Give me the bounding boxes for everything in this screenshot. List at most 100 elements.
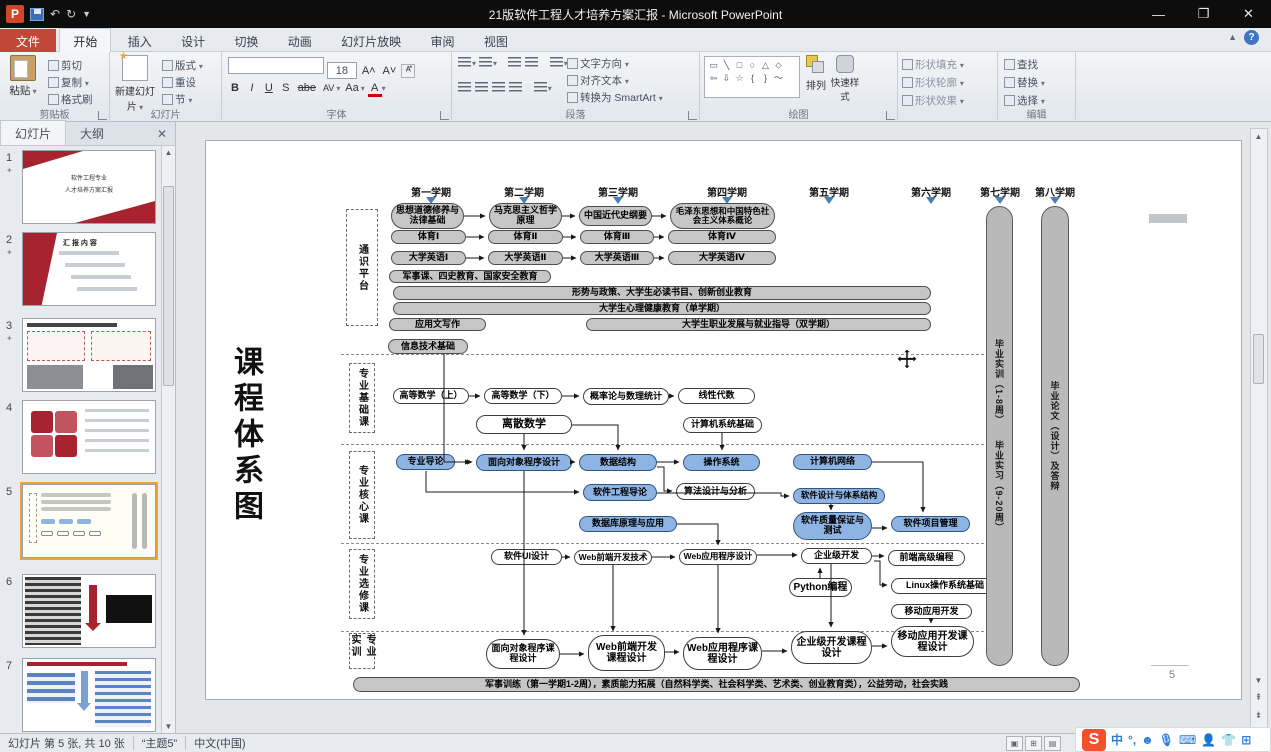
tab-slides-thumbnails[interactable]: 幻灯片 (0, 120, 66, 145)
soft-keyboard-icon[interactable]: ⌨ (1179, 733, 1196, 747)
shrink-font-button[interactable]: A˅ (381, 65, 399, 77)
course-node[interactable]: 体育Ⅰ (391, 230, 466, 244)
character-spacing-button[interactable]: AV (321, 83, 336, 93)
scroll-down-icon[interactable]: ▼ (162, 720, 175, 733)
course-node[interactable]: 面向对象程序课程设计 (486, 639, 560, 669)
course-node[interactable]: 数据库原理与应用 (579, 516, 677, 532)
scrollbar-down-icon[interactable]: ▼ (1252, 674, 1265, 687)
panel-scroll-thumb[interactable] (163, 186, 174, 386)
slide-sorter-button[interactable]: ⊞ (1025, 736, 1042, 751)
italic-button[interactable]: I (245, 82, 259, 94)
microphone-icon[interactable]: 🎙 (1159, 733, 1174, 747)
justify-icon[interactable] (509, 82, 522, 93)
decrease-indent-icon[interactable] (508, 57, 521, 68)
course-node[interactable]: 军事课、四史教育、国家安全教育 (389, 270, 551, 283)
grow-font-button[interactable]: A˄ (360, 65, 378, 77)
slide-thumbnail-4[interactable] (22, 400, 156, 474)
course-node[interactable]: Web应用程序课程设计 (683, 637, 762, 670)
course-node[interactable]: 离散数学 (476, 415, 572, 434)
slide-thumbnail-3[interactable] (22, 318, 156, 392)
clear-formatting-button[interactable]: ᴬ̽ (401, 64, 415, 78)
panel-close-icon[interactable]: ✕ (149, 127, 175, 145)
course-node[interactable]: 面向对象程序设计 (476, 454, 572, 471)
change-case-button[interactable]: Aa (343, 82, 360, 94)
course-node[interactable]: 专业导论 (396, 454, 455, 470)
close-button[interactable]: ✕ (1226, 0, 1271, 28)
course-node[interactable]: 思想道德修养与法律基础 (391, 203, 464, 229)
course-node[interactable]: 企业级开发 (801, 548, 872, 564)
course-node[interactable]: 计算机网络 (793, 454, 872, 470)
transition-star-icon[interactable]: ✦ (6, 248, 13, 257)
scrollbar-up-icon[interactable]: ▲ (1252, 130, 1265, 143)
course-node[interactable]: Linux操作系统基础 (891, 578, 999, 594)
tab-slideshow[interactable]: 幻灯片放映 (328, 29, 414, 53)
course-node[interactable]: 前端高级编程 (888, 550, 965, 566)
previous-slide-button[interactable]: ⇞ (1252, 691, 1265, 704)
transition-star-icon[interactable]: ✦ (6, 334, 13, 343)
font-dialog-launcher[interactable] (440, 111, 449, 120)
minimize-button[interactable]: — (1136, 0, 1181, 28)
graduation-bar[interactable]: 毕业实训（1-8周） 毕业实习（9-20周） (986, 206, 1013, 666)
normal-view-button[interactable]: ▣ (1006, 736, 1023, 751)
tab-transitions[interactable]: 切换 (221, 29, 271, 53)
align-right-icon[interactable] (492, 82, 505, 93)
course-node[interactable]: 企业级开发课程设计 (791, 631, 872, 664)
slide-vertical-title[interactable]: 课程体系图 (233, 346, 267, 526)
underline-button[interactable]: U (262, 82, 276, 94)
font-name-combobox[interactable] (228, 57, 324, 74)
course-node[interactable]: 大学英语Ⅳ (668, 251, 776, 265)
slide-canvas[interactable]: 课程体系图 第一学期第二学期第三学期第四学期第五学期第六学期第七学期第八学期通识… (205, 140, 1242, 700)
reading-view-button[interactable]: ▤ (1044, 736, 1061, 751)
save-icon[interactable] (30, 8, 44, 21)
course-node[interactable]: 大学英语Ⅰ (391, 251, 466, 265)
tab-insert[interactable]: 插入 (115, 29, 165, 53)
slide-thumbnail-6[interactable] (22, 574, 156, 648)
next-slide-button[interactable]: ⇟ (1252, 709, 1265, 722)
align-center-icon[interactable] (475, 82, 488, 93)
bullets-icon[interactable] (458, 57, 471, 68)
skin-icon[interactable]: 👕 (1221, 733, 1236, 747)
slide-thumbnail-5[interactable] (22, 484, 156, 558)
section-label[interactable]: 专业基础课 (349, 363, 375, 433)
restore-button[interactable]: ❐ (1181, 0, 1226, 28)
arrange-button[interactable]: 排列 (802, 55, 830, 92)
tab-home[interactable]: 开始 (59, 28, 111, 53)
section-button[interactable]: 节 ▾ (162, 92, 192, 107)
slide-thumbnail-1[interactable]: 软件工程专业 人才培养方案汇报 (22, 150, 156, 224)
shape-effects-button[interactable]: 形状效果 ▾ (902, 93, 964, 108)
shape-fill-button[interactable]: 形状填充 ▾ (902, 57, 964, 72)
tab-file[interactable]: 文件 (0, 29, 56, 53)
qat-customize-icon[interactable]: ▼ (82, 9, 91, 19)
font-size-combobox[interactable]: 18 (327, 62, 357, 79)
sogou-logo-icon[interactable]: S (1082, 729, 1106, 751)
tab-review[interactable]: 审阅 (418, 29, 468, 53)
course-node[interactable]: 体育Ⅲ (580, 230, 654, 244)
section-label[interactable]: 专业核心课 (349, 451, 375, 539)
course-node[interactable]: 操作系统 (683, 454, 760, 471)
text-direction-button[interactable]: 文字方向 ▾ (567, 56, 629, 71)
course-node[interactable]: 信息技术基础 (388, 339, 468, 354)
undo-icon[interactable]: ↶ (50, 7, 60, 21)
columns-icon[interactable] (534, 82, 547, 93)
course-node[interactable]: 移动应用开发课程设计 (891, 626, 974, 657)
convert-smartart-button[interactable]: 转换为 SmartArt ▾ (567, 90, 663, 105)
paragraph-dialog-launcher[interactable] (688, 111, 697, 120)
course-node[interactable]: 数据结构 (579, 454, 657, 471)
course-node[interactable]: 军事训练（第一学期1-2周），素质能力拓展（自然科学类、社会科学类、艺术类、创业… (353, 677, 1080, 692)
strikethrough-button[interactable]: abe (296, 82, 318, 94)
line-spacing-icon[interactable] (550, 57, 563, 68)
slide-thumbnail-2[interactable]: 汇 报 内 容 (22, 232, 156, 306)
course-node[interactable]: 大学生心理健康教育（单学期） (393, 302, 931, 315)
layout-button[interactable]: 版式 ▾ (162, 58, 203, 73)
course-node[interactable]: 体育Ⅱ (488, 230, 563, 244)
redo-icon[interactable]: ↻ (66, 7, 76, 21)
course-node[interactable]: 软件UI设计 (491, 549, 562, 565)
replace-button[interactable]: 替换 ▾ (1004, 75, 1045, 90)
numbering-icon[interactable] (479, 57, 492, 68)
text-shadow-button[interactable]: S (279, 82, 293, 94)
course-node[interactable]: 高等数学（上） (393, 388, 469, 404)
tab-animations[interactable]: 动画 (275, 29, 325, 53)
course-node[interactable]: 毛泽东思想和中国特色社会主义体系概论 (670, 203, 775, 229)
vertical-scrollbar[interactable]: ▲ ▼ ⇞ ⇟ (1250, 128, 1268, 728)
course-node[interactable]: Web应用程序设计 (679, 549, 757, 565)
